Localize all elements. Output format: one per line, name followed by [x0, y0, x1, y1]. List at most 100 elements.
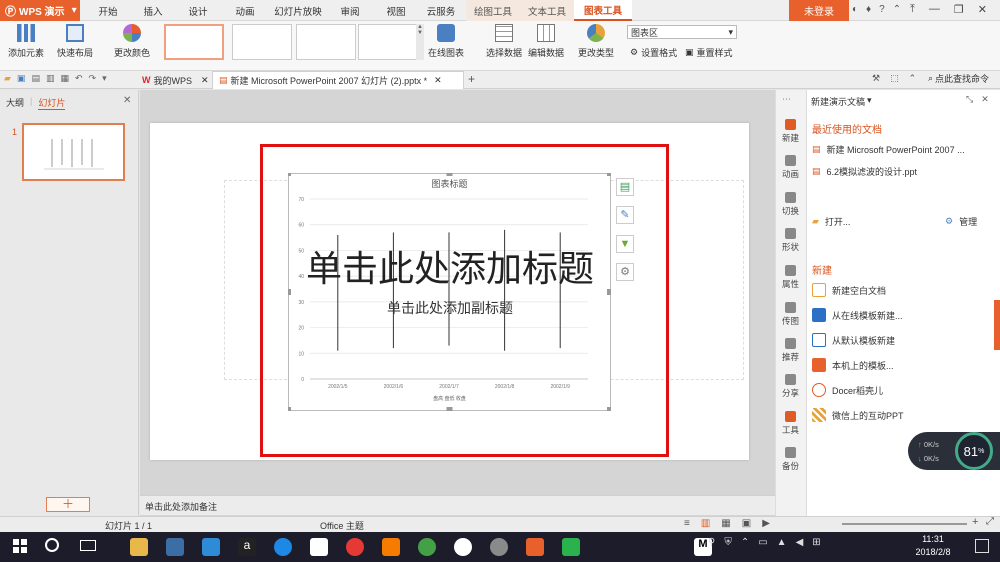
side-recommend[interactable]: 推荐	[775, 338, 806, 363]
tab-outline[interactable]: 大纲	[6, 96, 24, 110]
zoom-in-icon[interactable]: +	[972, 516, 978, 528]
side-upload-image[interactable]: 传图	[775, 302, 806, 327]
login-button[interactable]: 未登录	[789, 0, 849, 21]
clock[interactable]: 11:31 2018/2/8	[908, 533, 958, 559]
open-button[interactable]: ▰ 打开...	[812, 215, 850, 228]
recent-file-1[interactable]: ▤ 新建 Microsoft PowerPoint 2007 ...	[812, 143, 965, 156]
tab-slides[interactable]: 幻灯片	[38, 96, 66, 110]
close-icon[interactable]: ✕	[201, 75, 209, 86]
minimize-icon[interactable]: —	[929, 3, 940, 16]
skin-icon[interactable]: ◐	[852, 4, 858, 15]
battery-icon[interactable]: ▭	[758, 537, 767, 548]
tab-review[interactable]: 审阅	[334, 3, 366, 19]
chart-style-thumb-4[interactable]	[358, 24, 418, 60]
normal-view-icon[interactable]: ▥	[701, 518, 710, 529]
fit-window-icon[interactable]: ⤢	[986, 516, 994, 527]
new-blank-doc[interactable]: 新建空白文档	[812, 283, 886, 297]
print-preview-icon[interactable]: ▤	[31, 73, 40, 84]
mail-icon[interactable]	[310, 538, 328, 556]
notes-view-icon[interactable]: ≡	[684, 518, 690, 529]
zoom-slider[interactable]	[842, 523, 967, 525]
tab-cloud[interactable]: 云服务	[422, 3, 460, 19]
close-icon[interactable]: ✕	[123, 95, 131, 106]
quick-layout-button[interactable]: 快速布局	[57, 24, 93, 59]
qq-icon[interactable]	[454, 538, 472, 556]
docer-button[interactable]: Docer稻壳儿	[812, 383, 883, 397]
close-icon[interactable]: ✕	[981, 94, 989, 105]
tab-document[interactable]: ▤ 新建 Microsoft PowerPoint 2007 幻灯片 (2).p…	[212, 71, 464, 89]
chart-style-thumb-3[interactable]	[296, 24, 356, 60]
side-shapes[interactable]: 形状	[775, 228, 806, 253]
side-animation[interactable]: 动画	[775, 155, 806, 180]
help-icon[interactable]: ?	[879, 4, 885, 15]
print-icon[interactable]: ▥	[46, 73, 55, 84]
side-transition[interactable]: 切换	[775, 192, 806, 217]
add-element-button[interactable]: 添加元素	[8, 24, 44, 59]
wps-app-menu-button[interactable]: Ⓟ WPS 演示 ▾	[0, 0, 80, 21]
chevron-down-icon[interactable]: ▾	[102, 73, 107, 84]
maximize-icon[interactable]: ❐	[954, 3, 964, 16]
close-icon[interactable]: ✕	[434, 75, 442, 86]
store-icon[interactable]	[166, 538, 184, 556]
ime-icon[interactable]: ⊞	[812, 537, 820, 548]
close-icon[interactable]: ✕	[978, 3, 987, 16]
side-new[interactable]: 新建	[775, 119, 806, 144]
tab-insert[interactable]: 插入	[137, 3, 169, 19]
volume-icon[interactable]: ◀	[796, 537, 804, 548]
edit-data-button[interactable]: 编辑数据	[528, 24, 564, 59]
add-slide-button[interactable]: ＋	[46, 497, 90, 512]
amazon-icon[interactable]: a	[238, 538, 256, 556]
browser-icon[interactable]	[382, 538, 400, 556]
manage-button[interactable]: ⚙ 管理	[945, 215, 977, 228]
online-chart-button[interactable]: 在线图表	[428, 24, 464, 59]
task-pane-title[interactable]: 新建演示文稿 ▾	[811, 95, 872, 108]
undo-icon[interactable]: ↶	[75, 73, 83, 84]
tab-drawing-tools[interactable]: 绘图工具	[466, 0, 520, 21]
chart-style-thumb-2[interactable]	[232, 24, 292, 60]
chevron-up-icon[interactable]: ⌃	[741, 537, 749, 548]
pin-icon[interactable]: ⤡	[966, 94, 973, 105]
new-from-online-template[interactable]: 从在线模板新建...	[812, 308, 903, 322]
collapse-icon[interactable]: ⌃	[909, 73, 917, 84]
monitor-icon[interactable]	[202, 538, 220, 556]
reset-style-button[interactable]: ▣ 重置样式	[685, 46, 733, 59]
notification-center-icon[interactable]	[975, 539, 989, 553]
wps-spreadsheet-icon[interactable]	[562, 538, 580, 556]
side-tools[interactable]: 工具	[775, 411, 806, 436]
redo-icon[interactable]: ↷	[89, 73, 97, 84]
tab-chart-tools[interactable]: 图表工具	[574, 0, 632, 21]
wechat-icon[interactable]	[418, 538, 436, 556]
task-view-icon[interactable]	[80, 540, 96, 551]
expand-icon[interactable]: ⌃	[893, 4, 901, 15]
chart-style-thumb-1[interactable]	[164, 24, 224, 60]
netease-music-icon[interactable]	[346, 538, 364, 556]
export-icon[interactable]: ▦	[60, 73, 69, 84]
tab-home[interactable]: 开始	[92, 3, 124, 19]
windows-start-icon[interactable]	[13, 539, 27, 553]
side-backup[interactable]: 备份	[775, 447, 806, 472]
cortana-icon[interactable]	[45, 538, 59, 552]
change-type-button[interactable]: 更改类型	[578, 24, 614, 59]
share-icon[interactable]: ⬚	[890, 73, 899, 84]
play-icon[interactable]: ▶	[762, 518, 770, 529]
command-search[interactable]: ⌕ 点此查找命令	[928, 72, 989, 85]
open-folder-icon[interactable]: ▰	[4, 73, 11, 84]
network-icon[interactable]: ▲	[777, 537, 787, 548]
sorter-view-icon[interactable]: ▦	[721, 518, 730, 529]
new-from-default-template[interactable]: 从默认模板新建	[812, 333, 895, 347]
chart-element-select[interactable]: 图表区 ▾	[627, 25, 737, 39]
tools-icon[interactable]: ⚒	[872, 73, 880, 84]
task-pane-collapse-handle[interactable]	[994, 300, 1000, 350]
recent-file-2[interactable]: ▤ 6.2模拟滤波的设计.ppt	[812, 165, 917, 178]
notes-placeholder[interactable]: 单击此处添加备注	[140, 495, 775, 515]
style-gallery-scroll[interactable]: ▲ ▼	[416, 24, 424, 60]
tab-my-wps[interactable]: W 我的WPS ✕	[136, 71, 215, 89]
wechat-interactive-ppt[interactable]: 微信上的互动PPT	[812, 408, 904, 422]
local-templates[interactable]: 本机上的模板...	[812, 358, 894, 372]
save-icon[interactable]: ▣	[17, 73, 26, 84]
tab-design[interactable]: 设计	[182, 3, 214, 19]
tab-view[interactable]: 视图	[380, 3, 412, 19]
reading-view-icon[interactable]: ▣	[742, 518, 751, 529]
side-share[interactable]: 分享	[775, 374, 806, 399]
set-format-button[interactable]: ⚙ 设置格式	[630, 46, 677, 59]
